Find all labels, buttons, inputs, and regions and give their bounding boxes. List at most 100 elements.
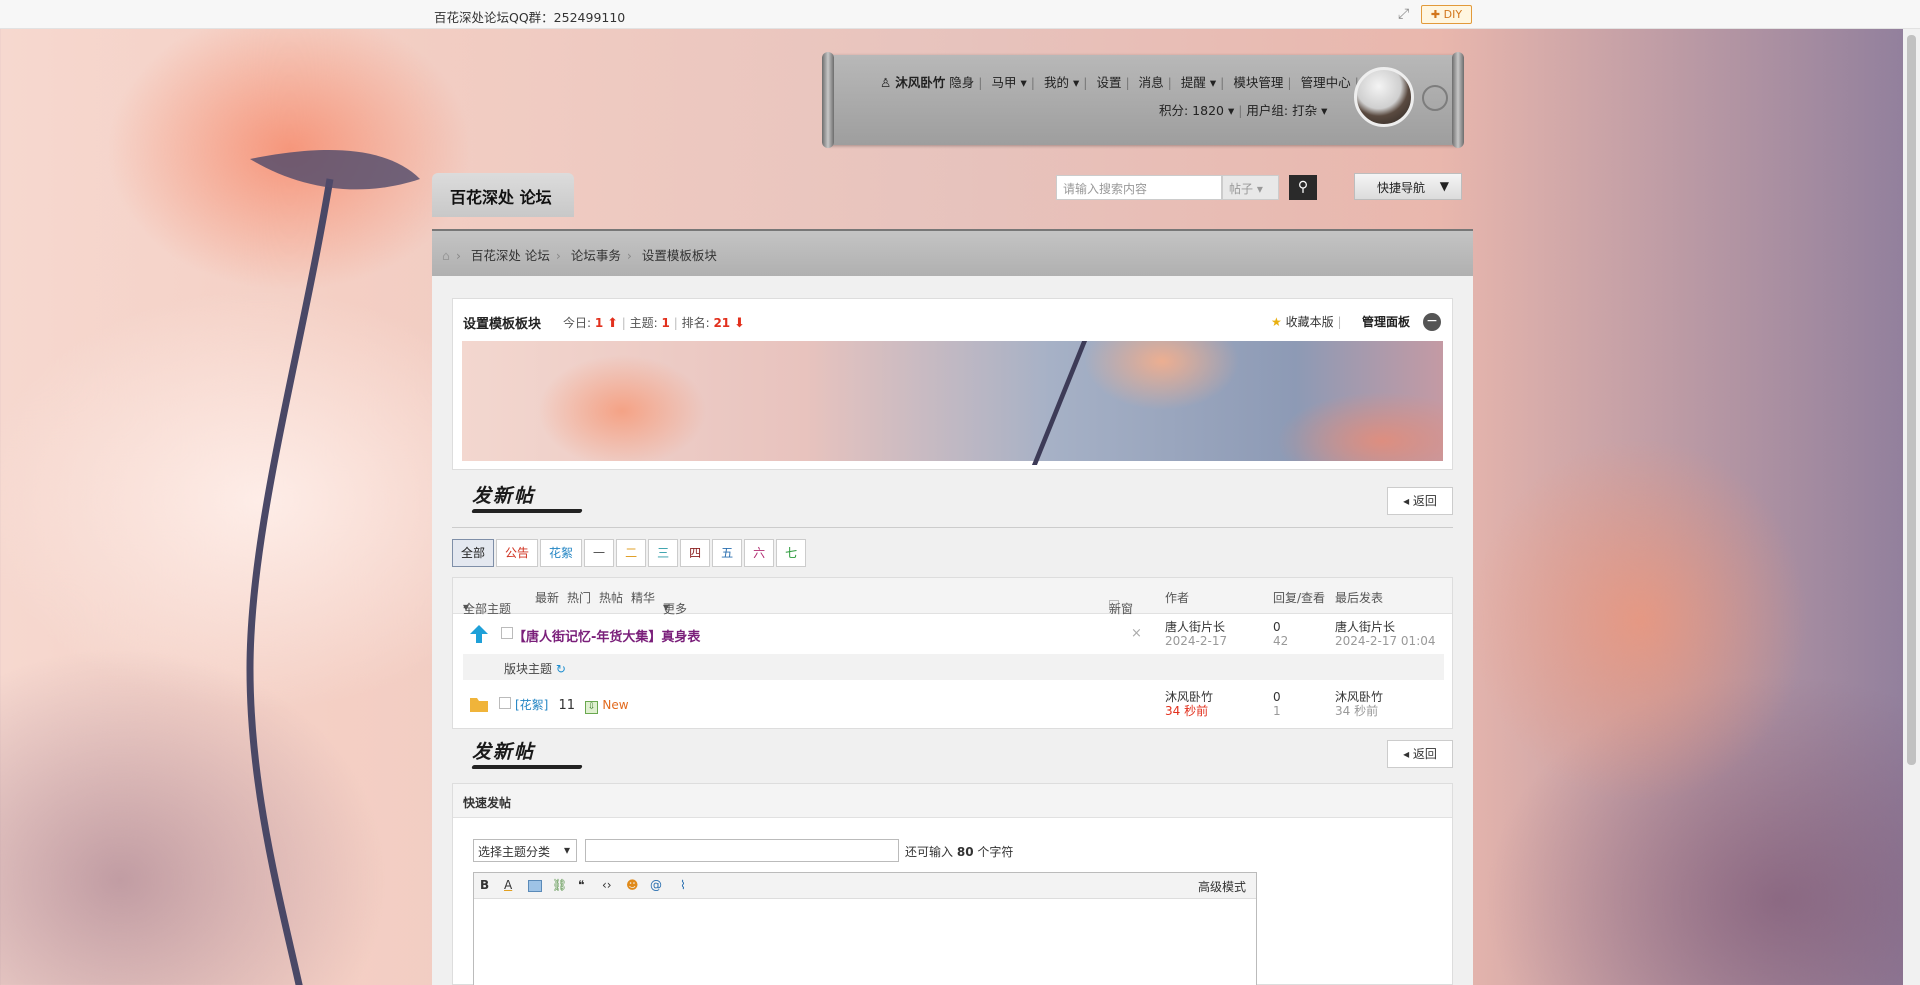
advanced-mode-link[interactable]: 高级模式 (1198, 878, 1246, 895)
type-tab-notice[interactable]: 公告 (496, 539, 539, 567)
new-post-label: 发新帖 (472, 485, 536, 507)
thread-last-post: 唐人街片长 2024-2-17 01:04 (1335, 620, 1436, 648)
vest-link[interactable]: 马甲 (991, 75, 1016, 90)
board-title: 设置模板板块 (463, 317, 542, 332)
module-manage-link[interactable]: 模块管理 (1233, 75, 1283, 90)
last-date-link[interactable]: 34 秒前 (1335, 704, 1383, 718)
title-input[interactable] (585, 839, 899, 862)
row-checkbox[interactable] (499, 697, 511, 709)
image-icon[interactable] (528, 880, 542, 892)
thread-tag[interactable]: [花絮] (515, 698, 548, 712)
thread-title[interactable]: 11 (559, 698, 576, 713)
thread-counts: 01 (1273, 690, 1281, 718)
manage-panel-link[interactable]: 管理面板 (1362, 313, 1410, 330)
new-post-button-bottom[interactable]: 发新帖 (471, 737, 583, 773)
bold-icon[interactable]: B (480, 878, 489, 892)
type-tab-5[interactable]: 五 (712, 539, 743, 567)
notifications-link[interactable]: 提醒 (1181, 75, 1206, 90)
col-last: 最后发表 (1335, 591, 1384, 605)
breadcrumb-affairs[interactable]: 论坛事务 (571, 248, 621, 263)
thread-author: 沐风卧竹 34 秒前 (1165, 690, 1213, 718)
thread-title[interactable]: 【唐人街记忆-年货大集】真身表 (513, 626, 700, 645)
type-tab-2[interactable]: 二 (616, 539, 647, 567)
search-button[interactable]: ⚲ (1289, 175, 1317, 200)
admin-center-link[interactable]: 管理中心 (1301, 75, 1351, 90)
col-replies: 回复/查看 (1273, 591, 1326, 605)
favorite-label: 收藏本版 (1285, 315, 1334, 329)
breadcrumb-board[interactable]: 设置模板板块 (642, 248, 717, 263)
breadcrumb: ⌂ › 百花深处 论坛 › 论坛事务 › 设置模板板块 (432, 229, 1473, 276)
table-row[interactable]: 【唐人街记忆-年货大集】真身表 × 唐人街片长 2024-2-17 0 42 唐人街… (453, 614, 1452, 654)
new-badge: New (602, 698, 629, 712)
type-tab-tidbits[interactable]: 花絮 (540, 539, 583, 567)
diy-button[interactable]: ✚ DIY (1421, 5, 1472, 24)
author-link[interactable]: 沐风卧竹 (1165, 690, 1213, 704)
settings-link[interactable]: 设置 (1096, 75, 1121, 90)
table-row[interactable]: [花絮] 11 ⇩ New 沐风卧竹 34 秒前 01 沐风卧竹 34 秒前 (453, 684, 1452, 724)
view-count: 42 (1273, 634, 1289, 648)
last-user-link[interactable]: 唐人街片长 (1335, 620, 1436, 634)
avatar[interactable] (1354, 67, 1414, 127)
breadcrumb-forum[interactable]: 百花深处 论坛 (471, 248, 550, 263)
star-icon: ★ (1271, 315, 1282, 329)
at-icon[interactable]: @ (650, 878, 662, 892)
last-user-link[interactable]: 沐风卧竹 (1335, 690, 1383, 704)
back-button-bottom[interactable]: ◂ 返回 (1387, 740, 1453, 768)
username-link[interactable]: 沐风卧竹 (895, 75, 945, 90)
scroll-ornament (1422, 85, 1448, 111)
back-button[interactable]: ◂ 返回 (1387, 487, 1453, 515)
remain-prefix: 还可输入 (905, 845, 954, 859)
new-post-button[interactable]: 发新帖 (471, 481, 583, 517)
row-checkbox[interactable] (501, 627, 513, 639)
folder-icon (470, 698, 488, 712)
search-type-select[interactable]: 帖子 ▾ (1222, 175, 1279, 200)
filter-digest[interactable]: 精华 (631, 589, 655, 606)
filter-hotpost[interactable]: 热帖 (599, 589, 623, 606)
user-panel: ♙ 沐风卧竹 隐身 | 马甲 ▾ | 我的 ▾ | 设置 | 消息 | 提醒 ▾ | 模块管理 | 管… (822, 52, 1464, 148)
home-icon[interactable]: ⌂ (442, 248, 450, 263)
qq-group-text: 百花深处论坛QQ群：252499110 (434, 10, 626, 25)
usergroup-link[interactable]: 用户组: 打杂 (1246, 103, 1317, 118)
today-label: 今日: (563, 316, 592, 330)
chevron-down-icon: ▾ (663, 600, 670, 614)
last-date-link[interactable]: 2024-2-17 01:04 (1335, 634, 1436, 648)
messages-link[interactable]: 消息 (1139, 75, 1164, 90)
category-select[interactable]: 选择主题分类 ▾ (473, 839, 577, 862)
site-logo[interactable]: 百花深处 论坛 (432, 173, 574, 217)
my-link[interactable]: 我的 (1044, 75, 1069, 90)
quick-nav-button[interactable]: 快捷导航 ▼ (1354, 173, 1462, 200)
favorite-board-link[interactable]: ★ 收藏本版 | (1271, 313, 1341, 330)
font-color-icon[interactable]: A (504, 878, 512, 892)
invisible-link[interactable]: 隐身 (949, 75, 974, 90)
user-icon: ♙ (880, 75, 892, 90)
emoji-icon[interactable]: ☻ (626, 878, 639, 892)
new-post-label: 发新帖 (472, 741, 536, 763)
link-icon[interactable]: ⛓ (552, 878, 567, 892)
quote-icon[interactable]: ❝ (578, 878, 584, 892)
points-link[interactable]: 积分: 1820 (1159, 103, 1224, 118)
refresh-icon[interactable]: ↻ (556, 662, 566, 676)
type-tab-all[interactable]: 全部 (452, 539, 495, 567)
category-select-label: 选择主题分类 (478, 845, 551, 859)
filter-hot[interactable]: 热门 (567, 589, 591, 606)
type-tab-4[interactable]: 四 (680, 539, 711, 567)
quick-post-title: 快速发帖 (453, 784, 1452, 818)
type-tab-1[interactable]: 一 (584, 539, 615, 567)
type-tab-7[interactable]: 七 (776, 539, 807, 567)
fullscreen-icon[interactable]: ⤢ (1398, 6, 1414, 22)
type-tab-3[interactable]: 三 (648, 539, 679, 567)
caret-left-icon: ◂ (1403, 747, 1410, 761)
scrollbar[interactable] (1903, 29, 1920, 985)
arrow-down-icon: ⬇ (733, 316, 745, 331)
collapse-icon[interactable]: − (1423, 313, 1441, 331)
close-icon[interactable]: × (1131, 626, 1142, 641)
post-editor[interactable]: B A ⛓ ❝ ‹› ☻ @ ⌇ 高级模式 (473, 872, 1257, 985)
code-icon[interactable]: ‹› (602, 878, 612, 892)
search-input[interactable]: 请输入搜索内容 (1056, 175, 1222, 200)
type-tab-6[interactable]: 六 (744, 539, 775, 567)
author-link[interactable]: 唐人街片长 (1165, 620, 1227, 634)
filter-latest[interactable]: 最新 (535, 589, 559, 606)
scrollbar-thumb[interactable] (1907, 35, 1916, 765)
topics-label: 主题: (629, 316, 658, 330)
attachment-icon[interactable]: ⌇ (680, 878, 686, 892)
